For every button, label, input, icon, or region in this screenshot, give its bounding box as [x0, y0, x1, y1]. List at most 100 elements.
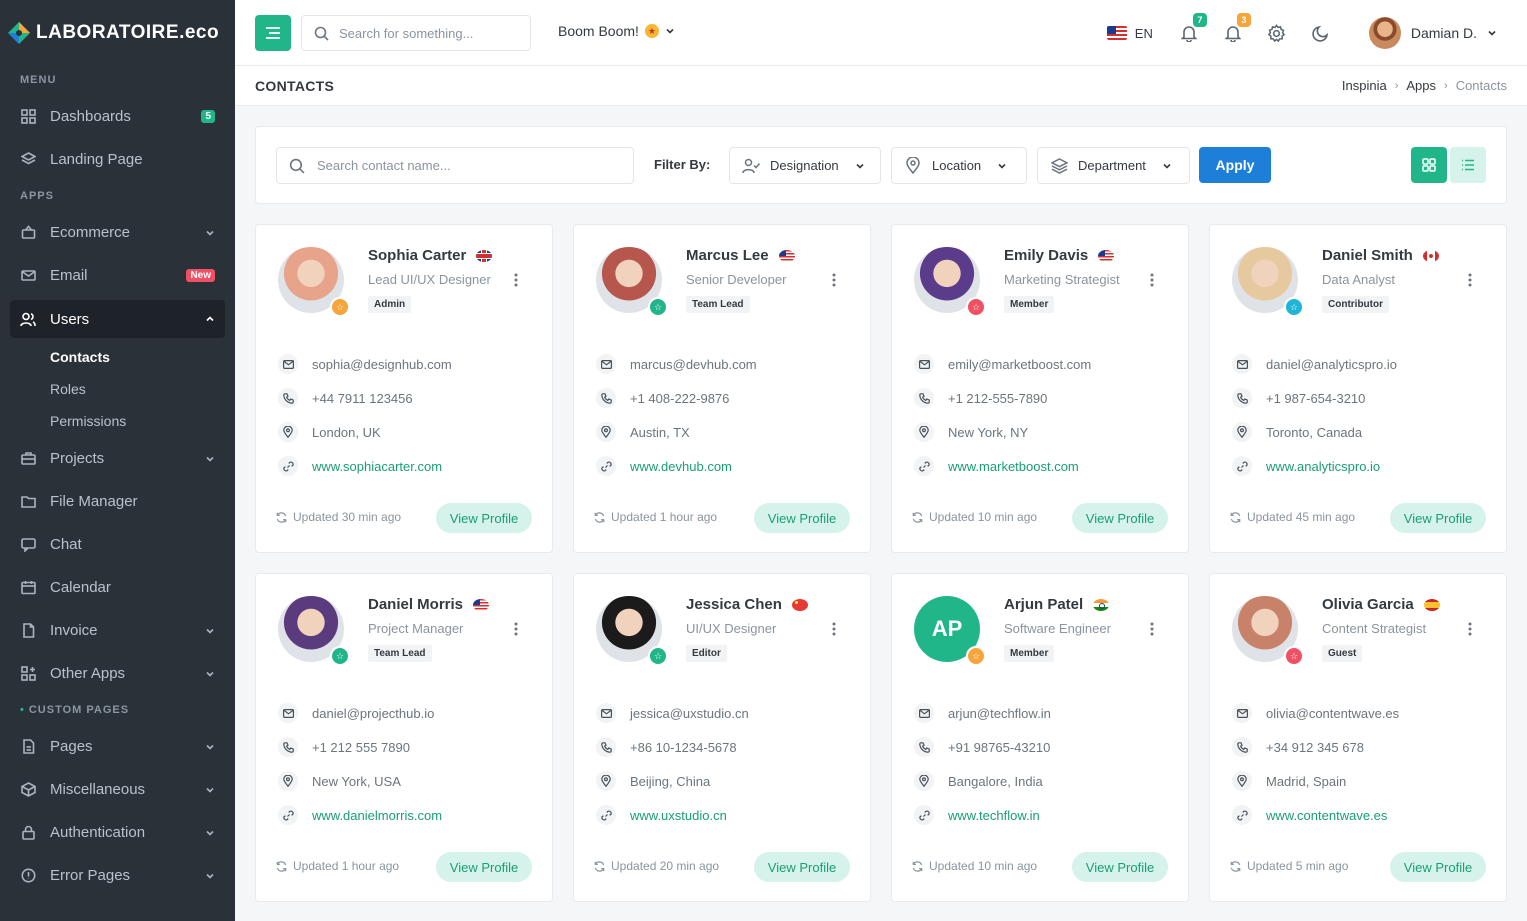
sidebar-item-authentication[interactable]: Authentication: [0, 811, 235, 854]
sidebar-subitem-permissions[interactable]: Permissions: [0, 405, 235, 437]
brand[interactable]: LABORATOIRE.eco: [0, 0, 235, 65]
phone-icon: [278, 737, 298, 757]
contact-phone[interactable]: +1 212 555 7890: [312, 740, 410, 755]
sidebar-item-projects[interactable]: Projects: [0, 437, 235, 480]
contact-phone-row: +1 212-555-7890: [914, 381, 1091, 415]
designation-select[interactable]: Designation: [729, 147, 881, 184]
sidebar-item-users[interactable]: Users: [10, 300, 225, 338]
notifications-button[interactable]: 7: [1177, 13, 1207, 45]
contact-website-link[interactable]: www.analyticspro.io: [1266, 459, 1380, 474]
view-profile-button[interactable]: View Profile: [1390, 852, 1486, 882]
breadcrumb-apps[interactable]: Apps: [1406, 78, 1436, 93]
sidebar-item-pages[interactable]: Pages: [0, 725, 235, 768]
contact-website-link[interactable]: www.contentwave.es: [1266, 808, 1387, 823]
contact-website-link[interactable]: www.danielmorris.com: [312, 808, 442, 823]
more-options-button[interactable]: [508, 621, 524, 637]
contact-phone[interactable]: +44 7911 123456: [312, 391, 413, 406]
briefcase-icon: [20, 451, 36, 467]
contact-avatar-wrap: ☆: [596, 247, 668, 317]
sidebar-item-invoice[interactable]: Invoice: [0, 609, 235, 652]
sidebar-item-email[interactable]: Email New: [0, 254, 235, 297]
more-options-button[interactable]: [1462, 272, 1478, 288]
contact-email[interactable]: jessica@uxstudio.cn: [630, 706, 749, 721]
sidebar-item-file-manager[interactable]: File Manager: [0, 480, 235, 523]
contact-email[interactable]: daniel@analyticspro.io: [1266, 357, 1397, 372]
contact-updated: Updated 1 hour ago: [594, 510, 717, 524]
sidebar-item-chat[interactable]: Chat: [0, 523, 235, 566]
global-search[interactable]: [301, 15, 531, 51]
more-options-button[interactable]: [508, 272, 524, 288]
more-options-button[interactable]: [826, 621, 842, 637]
contact-email[interactable]: emily@marketboost.com: [948, 357, 1091, 372]
contact-phone[interactable]: +86 10-1234-5678: [630, 740, 737, 755]
contact-website-link[interactable]: www.devhub.com: [630, 459, 732, 474]
list-view-button[interactable]: [1450, 147, 1486, 183]
theme-toggle-button[interactable]: [1309, 21, 1333, 45]
contact-website-row: www.uxstudio.cn: [596, 798, 749, 832]
more-options-button[interactable]: [1462, 621, 1478, 637]
view-profile-button[interactable]: View Profile: [1072, 503, 1168, 533]
apply-filter-button[interactable]: Apply: [1199, 147, 1271, 183]
more-options-button[interactable]: [1144, 621, 1160, 637]
sidebar-subitem-roles[interactable]: Roles: [0, 373, 235, 405]
global-search-input[interactable]: [339, 25, 509, 41]
view-profile-button[interactable]: View Profile: [1390, 503, 1486, 533]
breadcrumb-inspinia[interactable]: Inspinia: [1342, 78, 1387, 93]
sidebar-item-miscellaneous[interactable]: Miscellaneous: [0, 768, 235, 811]
contact-website-link[interactable]: www.techflow.in: [948, 808, 1040, 823]
contact-email[interactable]: marcus@devhub.com: [630, 357, 757, 372]
sidebar-item-ecommerce[interactable]: Ecommerce: [0, 211, 235, 254]
contact-email[interactable]: olivia@contentwave.es: [1266, 706, 1399, 721]
sidebar-item-dashboards[interactable]: Dashboards 5: [0, 95, 235, 138]
contact-website-link[interactable]: www.sophiacarter.com: [312, 459, 442, 474]
sidebar-item-calendar[interactable]: Calendar: [0, 566, 235, 609]
contact-name[interactable]: Sophia Carter: [368, 247, 493, 264]
contact-phone[interactable]: +34 912 345 678: [1266, 740, 1364, 755]
view-profile-button[interactable]: View Profile: [436, 852, 532, 882]
contact-location-row: Bangalore, India: [914, 764, 1051, 798]
contact-name[interactable]: Jessica Chen: [686, 596, 808, 613]
alerts-button[interactable]: 3: [1221, 13, 1251, 45]
settings-button[interactable]: [1265, 21, 1289, 45]
contact-website-link[interactable]: www.marketboost.com: [948, 459, 1079, 474]
contact-name[interactable]: Olivia Garcia: [1322, 596, 1440, 613]
contact-email[interactable]: arjun@techflow.in: [948, 706, 1051, 721]
contact-phone[interactable]: +1 987-654-3210: [1266, 391, 1365, 406]
contact-name[interactable]: Daniel Smith: [1322, 247, 1439, 264]
contact-phone[interactable]: +1 212-555-7890: [948, 391, 1047, 406]
more-options-button[interactable]: [1144, 272, 1160, 288]
view-profile-button[interactable]: View Profile: [436, 503, 532, 533]
contact-name[interactable]: Daniel Morris: [368, 596, 490, 613]
language-selector[interactable]: EN: [1106, 26, 1153, 41]
contact-name[interactable]: Emily Davis: [1004, 247, 1115, 264]
location-select[interactable]: Location: [891, 147, 1027, 184]
sidebar-item-landing-page[interactable]: Landing Page: [0, 138, 235, 181]
menu-toggle-button[interactable]: [255, 15, 291, 51]
view-profile-button[interactable]: View Profile: [754, 852, 850, 882]
contact-phone[interactable]: +91 98765-43210: [948, 740, 1050, 755]
contact-search-input[interactable]: [317, 158, 617, 173]
contact-role: Project Manager: [368, 621, 464, 636]
contact-name[interactable]: Arjun Patel: [1004, 596, 1110, 613]
sidebar-item-other-apps[interactable]: Other Apps: [0, 652, 235, 695]
view-profile-button[interactable]: View Profile: [754, 503, 850, 533]
contact-website-link[interactable]: www.uxstudio.cn: [630, 808, 727, 823]
contact-email[interactable]: sophia@designhub.com: [312, 357, 452, 372]
contact-phone[interactable]: +1 408-222-9876: [630, 391, 729, 406]
more-options-button[interactable]: [826, 272, 842, 288]
view-profile-button[interactable]: View Profile: [1072, 852, 1168, 882]
sidebar-item-label: Chat: [50, 536, 82, 553]
department-select[interactable]: Department: [1037, 147, 1190, 184]
contact-website-row: www.contentwave.es: [1232, 798, 1399, 832]
mail-icon: [278, 354, 298, 374]
contact-email[interactable]: daniel@projecthub.io: [312, 706, 434, 721]
grid-view-button[interactable]: [1411, 147, 1447, 183]
contact-search[interactable]: [276, 147, 634, 184]
sidebar-subitem-contacts[interactable]: Contacts: [0, 341, 235, 373]
contact-info-list: daniel@analyticspro.io +1 987-654-3210 T…: [1232, 347, 1397, 483]
contact-name[interactable]: Marcus Lee: [686, 247, 795, 264]
workspace-dropdown[interactable]: Boom Boom! ★: [558, 23, 675, 39]
sidebar-item-error-pages[interactable]: Error Pages: [0, 854, 235, 897]
user-menu[interactable]: Damian D.: [1368, 17, 1497, 49]
map-pin-icon: [278, 422, 298, 442]
